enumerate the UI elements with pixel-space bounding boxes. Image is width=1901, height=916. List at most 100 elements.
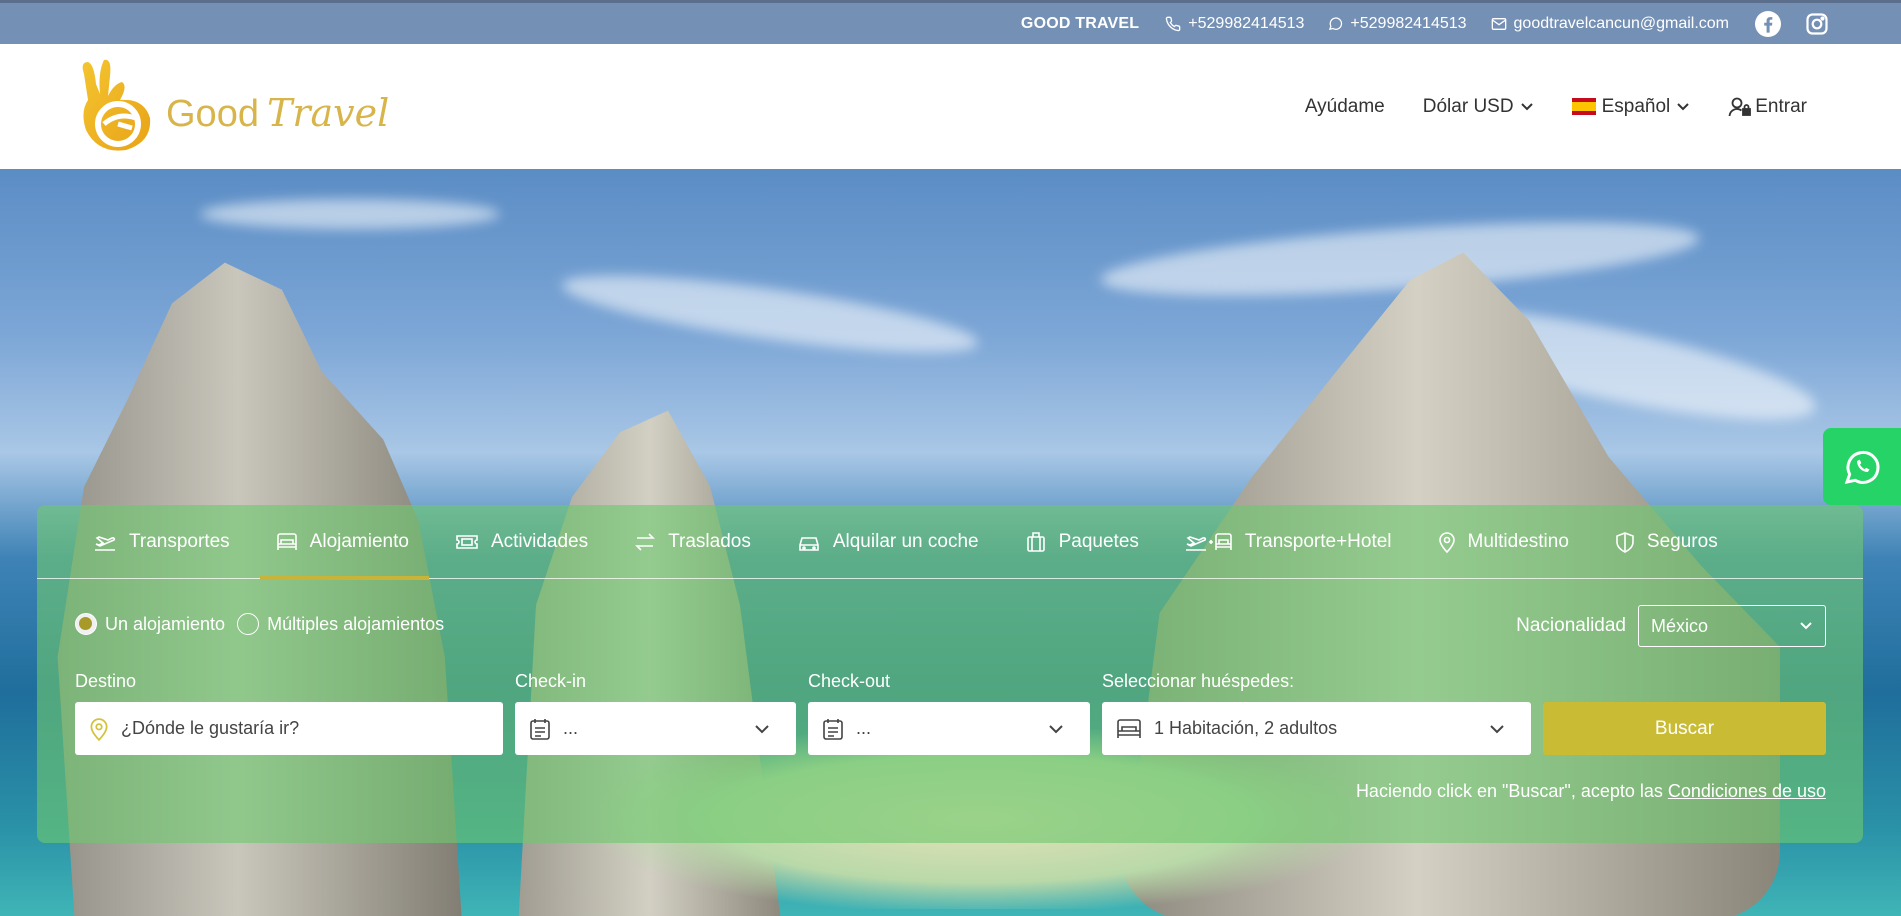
plane-icon — [95, 535, 116, 551]
checkin-input[interactable]: ... — [515, 702, 796, 755]
login-link[interactable]: Entrar — [1728, 96, 1807, 118]
search-panel: Transportes Alojamiento Actividades Tras… — [37, 505, 1863, 843]
checkin-value: ... — [563, 718, 579, 738]
tab-alojamiento[interactable]: Alojamiento — [259, 505, 430, 580]
bed-icon — [1117, 718, 1141, 738]
whatsapp-float-button[interactable] — [1823, 428, 1901, 505]
terms-link[interactable]: Condiciones de uso — [1668, 781, 1826, 801]
tab-multidestino[interactable]: Multidestino — [1438, 505, 1569, 579]
logo-word-good: Good — [166, 92, 259, 135]
tab-actividades[interactable]: Actividades — [455, 505, 588, 579]
currency-dropdown[interactable]: Dólar USD — [1423, 96, 1534, 118]
chevron-down-icon — [1800, 622, 1812, 630]
accommodation-mode: Un alojamiento Múltiples alojamientos — [75, 613, 456, 635]
radio-single-accommodation[interactable]: Un alojamiento — [75, 613, 225, 635]
email-contact[interactable]: goodtravelcancun@gmail.com — [1491, 15, 1729, 33]
radio-circle-checked[interactable] — [75, 613, 97, 635]
logo-hand-icon — [82, 59, 151, 151]
destination-label: Destino — [75, 671, 137, 691]
login-label: Entrar — [1755, 95, 1807, 117]
nationality-value: México — [1651, 615, 1709, 636]
facebook-link[interactable] — [1755, 10, 1781, 37]
logo-word-travel: Travel — [266, 90, 390, 135]
tab-traslados[interactable]: Traslados — [634, 505, 751, 579]
help-link[interactable]: Ayúdame — [1305, 96, 1385, 118]
main-header: Good Travel Ayúdame Dólar USD Español Ent… — [0, 44, 1901, 169]
destination-placeholder: ¿Dónde le gustaría ir? — [121, 718, 300, 738]
tab-transportes[interactable]: Transportes — [93, 505, 230, 579]
tab-transporte-hotel[interactable]: Transporte+Hotel — [1185, 505, 1392, 579]
pin-icon — [1438, 531, 1455, 553]
radio-label: Múltiples alojamientos — [267, 613, 445, 634]
chevron-down-icon — [1677, 102, 1689, 110]
language-label: Español — [1601, 95, 1671, 117]
search-tabs: Transportes Alojamiento Actividades Tras… — [37, 505, 1863, 580]
checkout-label: Check-out — [808, 671, 891, 691]
tab-label: Actividades — [490, 530, 589, 552]
chevron-down-icon — [1520, 102, 1533, 110]
hero-cloud — [200, 199, 500, 229]
whatsapp-contact[interactable]: +529982414513 — [1328, 14, 1467, 33]
hero-cloud — [558, 260, 982, 368]
whatsapp-number: +529982414513 — [1350, 14, 1467, 32]
shield-icon — [1616, 531, 1634, 553]
tab-label: Multidestino — [1467, 530, 1569, 552]
header-nav: Ayúdame Dólar USD Español Entrar — [1267, 44, 1807, 169]
chevron-down-icon — [755, 724, 769, 733]
top-contact-bar: GOOD TRAVEL +529982414513 +529982414513 … — [0, 0, 1901, 44]
tab-label: Alojamiento — [309, 530, 409, 552]
tab-label: Seguros — [1646, 530, 1718, 552]
mail-icon — [1491, 17, 1506, 30]
ticket-icon — [456, 534, 478, 549]
logo-text: Good Travel — [166, 91, 389, 136]
guests-value: 1 Habitación, 2 adultos — [1154, 718, 1338, 738]
spain-flag-icon — [1571, 98, 1596, 115]
nationality-label: Nacionalidad — [1516, 615, 1626, 636]
suitcase-icon — [1026, 531, 1045, 552]
chevron-down-icon — [1490, 724, 1504, 733]
facebook-icon — [1755, 10, 1781, 37]
currency-label: Dólar USD — [1422, 95, 1514, 117]
bed-icon — [276, 532, 297, 550]
chevron-down-icon — [1049, 724, 1063, 733]
tab-seguros[interactable]: Seguros — [1615, 505, 1718, 579]
tab-label: Alquilar un coche — [832, 530, 979, 552]
whatsapp-icon — [1844, 450, 1880, 484]
language-dropdown[interactable]: Español — [1571, 95, 1691, 118]
tab-alquilar-coche[interactable]: Alquilar un coche — [797, 505, 979, 579]
search-button[interactable]: Buscar — [1543, 702, 1826, 755]
phone-icon — [1166, 16, 1181, 31]
site-logo[interactable]: Good Travel — [74, 54, 389, 154]
tab-paquetes[interactable]: Paquetes — [1025, 505, 1139, 579]
checkout-value: ... — [856, 718, 872, 738]
user-lock-icon — [1728, 97, 1752, 116]
nationality-group: Nacionalidad México — [1516, 605, 1826, 647]
location-pin-icon — [90, 717, 108, 741]
brand-label: GOOD TRAVEL — [1020, 14, 1140, 32]
terms-text: Haciendo click en "Buscar", acepto las — [1355, 781, 1663, 801]
checkout-input[interactable]: ... — [808, 702, 1090, 755]
swap-icon — [635, 532, 656, 551]
radio-label: Un alojamiento — [105, 613, 226, 634]
radio-circle[interactable] — [237, 613, 260, 635]
phone-number: +529982414513 — [1188, 14, 1305, 32]
destination-input[interactable]: ¿Dónde le gustaría ir? — [75, 702, 503, 755]
guests-label: Seleccionar huéspedes: — [1102, 671, 1295, 691]
nationality-select[interactable]: México — [1638, 605, 1826, 647]
phone-contact[interactable]: +529982414513 — [1165, 15, 1304, 33]
whatsapp-icon — [1329, 17, 1343, 30]
tab-label: Traslados — [668, 530, 751, 552]
email-address: goodtravelcancun@gmail.com — [1513, 14, 1729, 32]
checkin-label: Check-in — [515, 671, 587, 691]
terms-notice: Haciendo click en "Buscar", acepto las C… — [1356, 781, 1826, 802]
calendar-icon — [823, 718, 843, 740]
guests-select[interactable]: 1 Habitación, 2 adultos — [1102, 702, 1531, 755]
instagram-icon — [1806, 12, 1828, 35]
car-icon — [799, 536, 819, 551]
calendar-icon — [530, 718, 550, 740]
radio-multiple-accommodations[interactable]: Múltiples alojamientos — [237, 613, 444, 635]
instagram-link[interactable] — [1805, 12, 1829, 36]
plane-bed-icon — [1185, 532, 1232, 551]
tab-label: Transporte+Hotel — [1244, 530, 1392, 552]
tab-label: Transportes — [129, 530, 230, 552]
